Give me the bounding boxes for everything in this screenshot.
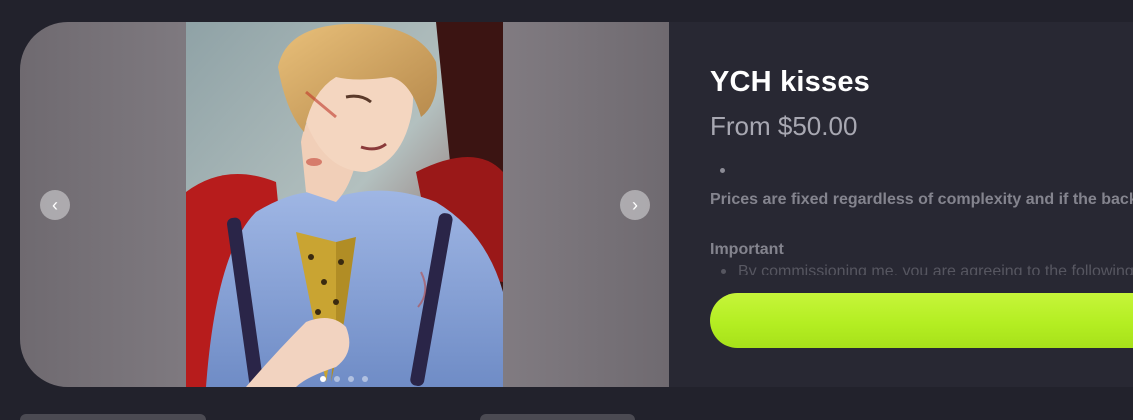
order-button[interactable]: [710, 293, 1133, 348]
image-gallery: ‹ ›: [20, 22, 669, 387]
list-bullet: [720, 168, 725, 173]
previous-image-button[interactable]: ‹: [40, 190, 70, 220]
next-image-button[interactable]: ›: [620, 190, 650, 220]
related-items-strip: [20, 414, 1133, 420]
product-info: YCH kisses From $50.00 Prices are fixed …: [710, 22, 1133, 387]
product-title: YCH kisses: [710, 66, 870, 98]
chevron-left-icon: ‹: [52, 195, 58, 215]
list-bullet: [721, 269, 726, 274]
product-image[interactable]: [186, 22, 503, 387]
gallery-dot[interactable]: [334, 376, 340, 382]
related-item-thumbnail[interactable]: [480, 414, 635, 420]
gallery-dot[interactable]: [348, 376, 354, 382]
chevron-right-icon: ›: [632, 195, 638, 215]
product-card: ‹ › YCH kisses From $50.00 Prices are fi…: [20, 22, 1133, 387]
gallery-dot[interactable]: [362, 376, 368, 382]
important-heading: Important: [710, 241, 784, 258]
gallery-pagination: [320, 376, 368, 382]
terms-preview: By commissioning me, you are agreeing to…: [738, 263, 1133, 275]
gallery-dot[interactable]: [320, 376, 326, 382]
product-price: From $50.00: [710, 111, 858, 141]
related-item-thumbnail[interactable]: [20, 414, 206, 420]
product-description: Prices are fixed regardless of complexit…: [710, 191, 1133, 208]
